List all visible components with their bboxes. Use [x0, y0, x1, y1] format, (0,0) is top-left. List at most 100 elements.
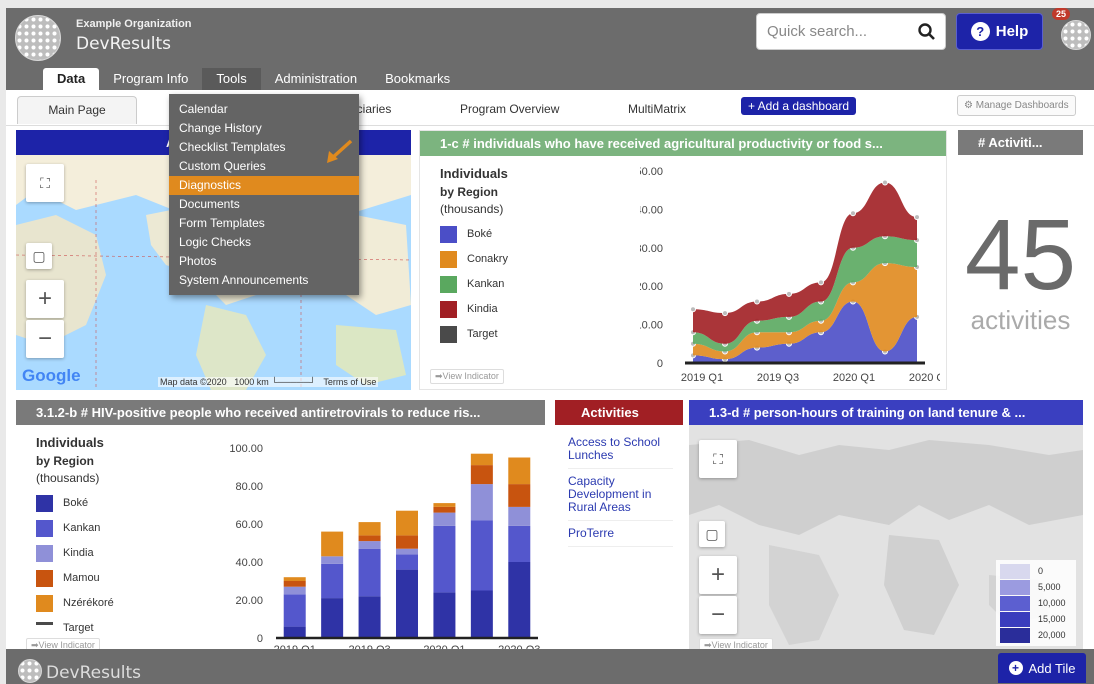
menu-item-photos[interactable]: Photos: [169, 252, 359, 271]
add-tile-button[interactable]: + Add Tile: [998, 653, 1086, 683]
bar-segment-kankan[interactable]: [321, 563, 344, 599]
legend-item[interactable]: Target: [36, 620, 114, 636]
add-dashboard-button[interactable]: + Add a dashboard: [741, 97, 857, 115]
bar-segment-kindia[interactable]: [470, 484, 493, 521]
view-indicator-link[interactable]: ➡View Indicator: [26, 638, 100, 649]
view-indicator-link[interactable]: ➡View Indicator: [430, 369, 504, 384]
bar-segment-kankan[interactable]: [433, 525, 456, 593]
notification-badge[interactable]: 25: [1052, 8, 1071, 20]
bar-segment-kindia[interactable]: [508, 506, 531, 526]
menu-item-change-history[interactable]: Change History: [169, 119, 359, 138]
bar-segment-boké[interactable]: [321, 598, 344, 638]
nav-bookmarks[interactable]: Bookmarks: [371, 68, 464, 90]
activity-link[interactable]: Capacity Development in Rural Areas: [568, 469, 673, 521]
bar-segment-kankan[interactable]: [470, 520, 493, 591]
legend-label: Kindia: [467, 303, 498, 315]
nav-program-info[interactable]: Program Info: [99, 68, 202, 90]
zoom-in-button[interactable]: +: [26, 280, 64, 318]
fullscreen-button[interactable]: ⛶: [26, 164, 64, 202]
activities-count-title[interactable]: # Activiti...: [958, 130, 1083, 155]
bar-segment-nzérékoré[interactable]: [433, 503, 456, 507]
menu-item-calendar[interactable]: Calendar: [169, 100, 359, 119]
bar-segment-mamou[interactable]: [470, 465, 493, 485]
bar-segment-kindia[interactable]: [433, 512, 456, 526]
legend-item[interactable]: Mamou: [36, 569, 114, 587]
user-avatar[interactable]: [1061, 20, 1091, 50]
bar-segment-nzérékoré[interactable]: [470, 453, 493, 466]
org-logo-icon[interactable]: [15, 15, 61, 61]
zoom-in-button[interactable]: +: [699, 556, 737, 594]
bar-segment-kindia[interactable]: [358, 541, 381, 549]
bar-segment-mamou[interactable]: [283, 581, 306, 587]
legend-item[interactable]: Kankan: [440, 275, 508, 293]
data-point[interactable]: [850, 210, 856, 217]
bar-segment-kankan[interactable]: [283, 594, 306, 627]
legend-item[interactable]: Kindia: [36, 544, 114, 562]
bar-segment-nzérékoré[interactable]: [508, 457, 531, 485]
menu-item-system-announcements[interactable]: System Announcements: [169, 271, 359, 290]
legend-item[interactable]: Boké: [36, 494, 114, 512]
activities-list-title[interactable]: Activities: [555, 400, 683, 425]
menu-item-documents[interactable]: Documents: [169, 195, 359, 214]
bar-segment-kindia[interactable]: [321, 556, 344, 564]
tab-main-page[interactable]: Main Page: [17, 96, 137, 124]
zoom-out-button[interactable]: −: [699, 596, 737, 634]
tab-program-overview[interactable]: Program Overview: [460, 96, 559, 124]
activity-link[interactable]: ProTerre: [568, 521, 673, 547]
view-indicator-link[interactable]: ➡View Indicator: [699, 638, 773, 649]
menu-item-form-templates[interactable]: Form Templates: [169, 214, 359, 233]
bar-segment-boké[interactable]: [508, 562, 531, 638]
data-point[interactable]: [786, 290, 792, 297]
data-point[interactable]: [882, 179, 888, 186]
bar-segment-boké[interactable]: [283, 626, 306, 638]
menu-item-logic-checks[interactable]: Logic Checks: [169, 233, 359, 252]
data-point[interactable]: [818, 279, 824, 286]
legend-item[interactable]: Boké: [440, 225, 508, 243]
nav-data[interactable]: Data: [43, 68, 100, 90]
bar-segment-mamou[interactable]: [433, 506, 456, 513]
bar-segment-mamou[interactable]: [396, 535, 418, 549]
fullscreen-button[interactable]: ⛶: [699, 440, 737, 478]
bar-segment-boké[interactable]: [470, 590, 493, 639]
help-button[interactable]: ? Help: [956, 13, 1043, 50]
map-layer-button[interactable]: ▢: [699, 521, 725, 547]
menu-item-diagnostics[interactable]: Diagnostics: [169, 176, 359, 195]
zoom-out-button[interactable]: −: [26, 320, 64, 358]
activity-link[interactable]: Access to School Lunches: [568, 430, 673, 469]
bar-segment-mamou[interactable]: [358, 535, 381, 542]
area-chart-title[interactable]: 1-c # individuals who have received agri…: [420, 131, 946, 156]
choropleth-map-title[interactable]: 1.3-d # person-hours of training on land…: [689, 400, 1083, 425]
tab-multimatrix[interactable]: MultiMatrix: [628, 96, 686, 124]
bar-segment-boké[interactable]: [396, 569, 418, 638]
bar-segment-kindia[interactable]: [396, 548, 418, 555]
manage-dashboards-button[interactable]: ⚙ Manage Dashboards: [957, 95, 1076, 116]
nav-administration[interactable]: Administration: [261, 68, 371, 90]
bar-segment-boké[interactable]: [358, 596, 381, 638]
bar-segment-nzérékoré[interactable]: [358, 522, 381, 536]
data-point[interactable]: [914, 214, 920, 221]
legend-item[interactable]: Kankan: [36, 519, 114, 537]
bar-segment-mamou[interactable]: [508, 484, 531, 507]
bar-chart-title[interactable]: 3.1.2-b # HIV-positive people who receiv…: [16, 400, 545, 425]
bar-segment-kankan[interactable]: [396, 554, 418, 570]
bar-segment-nzérékoré[interactable]: [396, 510, 418, 536]
bar-segment-kindia[interactable]: [283, 586, 306, 595]
legend-item[interactable]: Target: [440, 325, 508, 343]
search-icon[interactable]: [917, 22, 937, 42]
bar-segment-kankan[interactable]: [508, 525, 531, 562]
bar-segment-nzérékoré[interactable]: [321, 531, 344, 557]
map-layer-button[interactable]: ▢: [26, 243, 52, 269]
bar-segment-boké[interactable]: [433, 592, 456, 638]
bar-segment-kankan[interactable]: [358, 548, 381, 597]
legend-item[interactable]: Kindia: [440, 300, 508, 318]
legend-item[interactable]: Nzérékoré: [36, 594, 114, 612]
bar-segment-nzérékoré[interactable]: [283, 577, 306, 581]
nav-tools[interactable]: Tools: [202, 68, 261, 90]
data-point[interactable]: [754, 298, 760, 305]
tab-beneficiaries[interactable]: iciaries: [354, 96, 391, 124]
data-point[interactable]: [690, 306, 696, 313]
activities-count: 45: [964, 199, 1077, 311]
legend-item[interactable]: Conakry: [440, 250, 508, 268]
data-point[interactable]: [722, 310, 728, 317]
search-input[interactable]: [767, 23, 907, 40]
